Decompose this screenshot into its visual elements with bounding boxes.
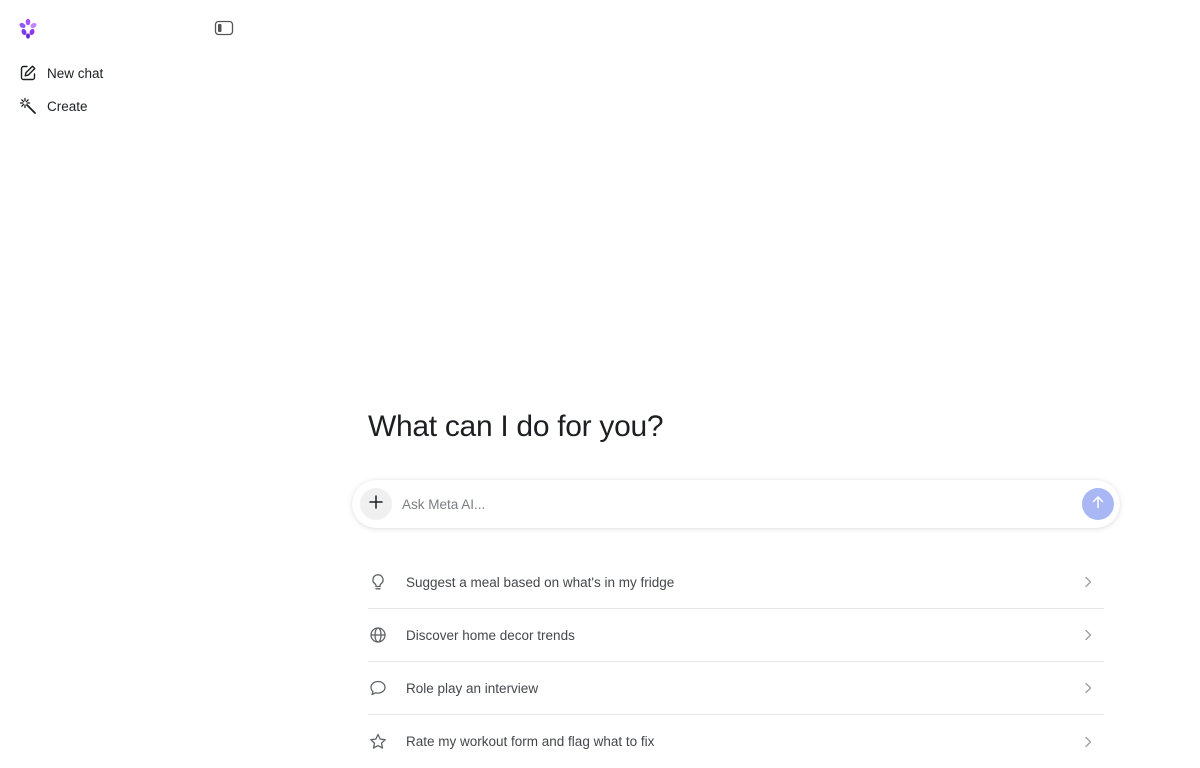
- lightbulb-icon: [368, 572, 388, 592]
- sidebar-item-label: Create: [47, 98, 88, 114]
- page-title: What can I do for you?: [368, 410, 664, 443]
- main-area: What can I do for you? Ask Meta AI... Su…: [250, 0, 1200, 750]
- speech-bubble-icon: [368, 678, 388, 698]
- meta-ai-logo-icon[interactable]: [16, 16, 40, 40]
- chat-input[interactable]: [402, 492, 1072, 516]
- suggestion-label: Suggest a meal based on what's in my fri…: [406, 574, 675, 590]
- globe-icon: [368, 625, 388, 645]
- sidebar-item-new-chat[interactable]: New chat: [10, 57, 230, 89]
- chevron-right-icon: [1080, 574, 1096, 590]
- suggestion-role-play[interactable]: Role play an interview: [368, 662, 1104, 715]
- suggestion-list: Suggest a meal based on what's in my fri…: [368, 556, 1104, 768]
- sidebar-item-create[interactable]: Create: [10, 90, 230, 122]
- chevron-right-icon: [1080, 734, 1096, 750]
- chevron-right-icon: [1080, 627, 1096, 643]
- suggestion-label: Role play an interview: [406, 680, 539, 696]
- sidebar-toggle-icon[interactable]: [212, 18, 236, 38]
- suggestion-label: Discover home decor trends: [406, 627, 575, 643]
- plus-icon: [369, 494, 383, 514]
- suggestion-home-decor[interactable]: Discover home decor trends: [368, 609, 1104, 662]
- magic-wand-icon: [18, 96, 38, 116]
- sidebar: New chat Create: [0, 0, 250, 750]
- suggestion-workout[interactable]: Rate my workout form and flag what to fi…: [368, 715, 1104, 768]
- send-button[interactable]: [1082, 488, 1114, 520]
- suggestion-label: Rate my workout form and flag what to fi…: [406, 734, 655, 749]
- attach-button[interactable]: [360, 488, 392, 520]
- star-icon: [368, 732, 388, 752]
- arrow-up-icon: [1091, 495, 1105, 514]
- suggestion-meal[interactable]: Suggest a meal based on what's in my fri…: [368, 556, 1104, 609]
- chevron-right-icon: [1080, 680, 1096, 696]
- sidebar-item-label: New chat: [47, 65, 104, 81]
- chat-composer: [352, 480, 1120, 528]
- edit-icon: [18, 63, 38, 83]
